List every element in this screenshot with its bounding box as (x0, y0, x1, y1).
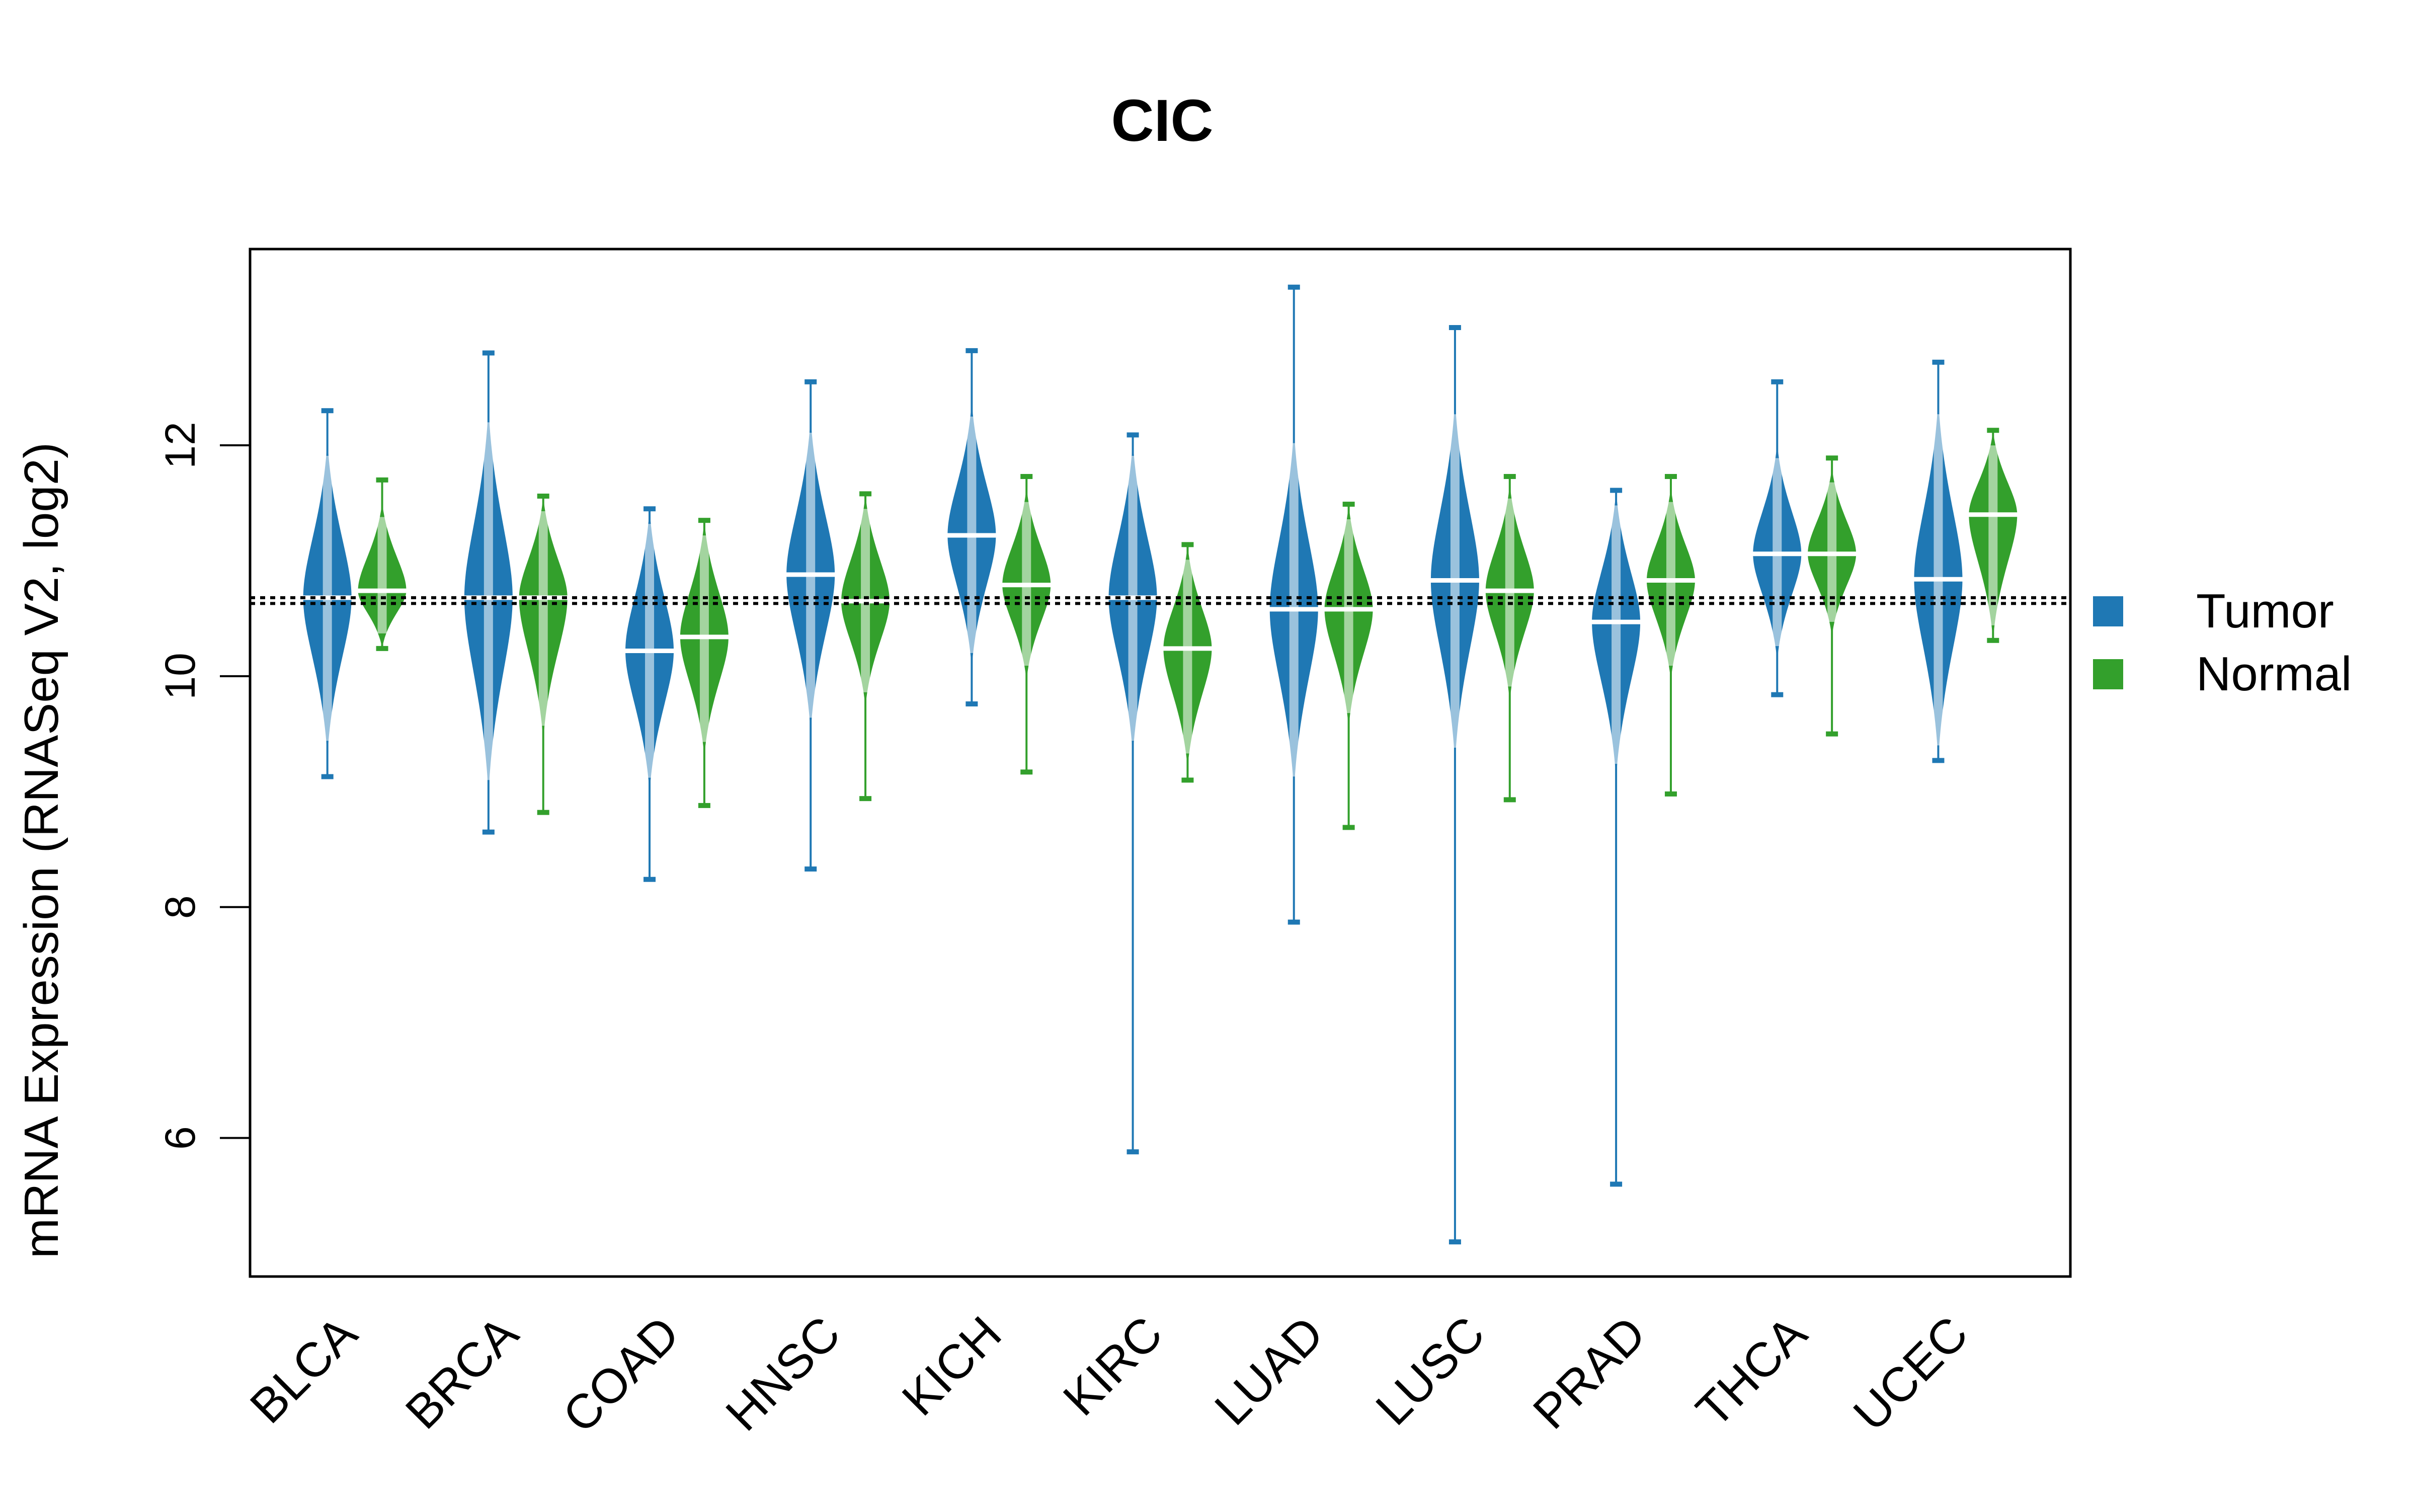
outlier-point (965, 348, 978, 353)
x-tick-label: COAD (553, 1306, 690, 1443)
legend-swatch-normal (2093, 659, 2123, 689)
outlier-point (1987, 428, 1999, 433)
y-tick-label: 12 (156, 422, 204, 468)
outlier-point (1503, 473, 1516, 479)
outlier-point (1342, 502, 1355, 507)
outlier-point (698, 518, 710, 523)
y-tick-label: 10 (156, 653, 204, 699)
outlier-point (1126, 1149, 1139, 1155)
chart-svg: CIC mRNA Expression (RNASeq V2, log2) 6 8… (15, 88, 2352, 1443)
outlier-point (321, 408, 334, 414)
outlier-point (698, 803, 710, 808)
violin-bean-strip (1612, 505, 1621, 764)
outlier-point (965, 701, 978, 706)
outlier-point (1771, 379, 1784, 384)
legend-label-normal: Normal (2196, 647, 2352, 701)
outlier-point (1020, 769, 1033, 775)
outlier-point (1181, 542, 1194, 547)
outlier-point (376, 646, 388, 651)
outlier-point (1664, 473, 1677, 479)
violin-bean-strip (538, 511, 548, 726)
x-tick-label: BRCA (395, 1306, 528, 1439)
legend-label-tumor: Tumor (2196, 584, 2334, 638)
x-tick-label: LUSC (1365, 1306, 1495, 1436)
y-tick-label: 8 (156, 895, 204, 919)
outlier-point (1987, 638, 1999, 643)
outlier-point (1503, 797, 1516, 803)
outlier-point (482, 829, 495, 835)
outlier-point (376, 477, 388, 483)
outlier-point (1610, 488, 1623, 493)
outlier-point (1126, 432, 1139, 438)
x-tick-label: LUAD (1204, 1306, 1334, 1436)
outlier-point (1342, 825, 1355, 830)
outlier-point (859, 491, 872, 497)
outlier-point (643, 506, 656, 512)
legend: Tumor Normal (2093, 584, 2352, 701)
chart-title: CIC (1111, 88, 1213, 154)
outlier-point (804, 866, 817, 872)
violin-bean-strip (484, 422, 493, 780)
y-axis-label: mRNA Expression (RNASeq V2, log2) (15, 442, 68, 1258)
outlier-point (1610, 1181, 1623, 1187)
chart: CIC mRNA Expression (RNASeq V2, log2) 6 8… (0, 0, 2415, 1509)
x-tick-label: BLCA (240, 1306, 367, 1434)
violin-bean-strip (377, 517, 387, 633)
violin-bean-strip (1344, 519, 1353, 713)
x-tick-label: HNSC (715, 1306, 850, 1441)
x-tick-label: KICH (892, 1306, 1012, 1426)
outlier-point (859, 796, 872, 802)
outlier-point (804, 379, 817, 384)
x-tick-label: KIRC (1053, 1306, 1173, 1426)
legend-swatch-tumor (2093, 596, 2123, 626)
plot-area: 6 8 10 12 BLCA BRCA COAD HNSC KICH KIRC LUAD LUSC PR… (156, 248, 2072, 1443)
outlier-point (1287, 284, 1300, 290)
plot-frame (249, 248, 2072, 1278)
outlier-point (1664, 791, 1677, 797)
outlier-point (1020, 473, 1033, 479)
x-tick-label: THCA (1686, 1306, 1817, 1437)
x-tick-label: PRAD (1523, 1306, 1656, 1439)
outlier-point (1771, 692, 1784, 697)
outlier-point (1448, 1239, 1461, 1245)
violin-bean-strip (1183, 560, 1192, 754)
outlier-point (321, 774, 334, 779)
outlier-point (1932, 758, 1945, 763)
violin-bean-strip (1666, 502, 1675, 666)
outlier-point (537, 810, 549, 815)
outlier-point (482, 350, 495, 356)
outlier-point (643, 877, 656, 882)
outlier-point (1448, 325, 1461, 331)
outlier-point (1826, 455, 1838, 461)
x-tick-label: UCEC (1843, 1306, 1978, 1441)
outlier-point (1932, 359, 1945, 365)
y-tick-label: 6 (156, 1126, 204, 1150)
outlier-point (1181, 777, 1194, 783)
outlier-point (1826, 731, 1838, 737)
outlier-point (1287, 919, 1300, 925)
outlier-point (537, 493, 549, 499)
